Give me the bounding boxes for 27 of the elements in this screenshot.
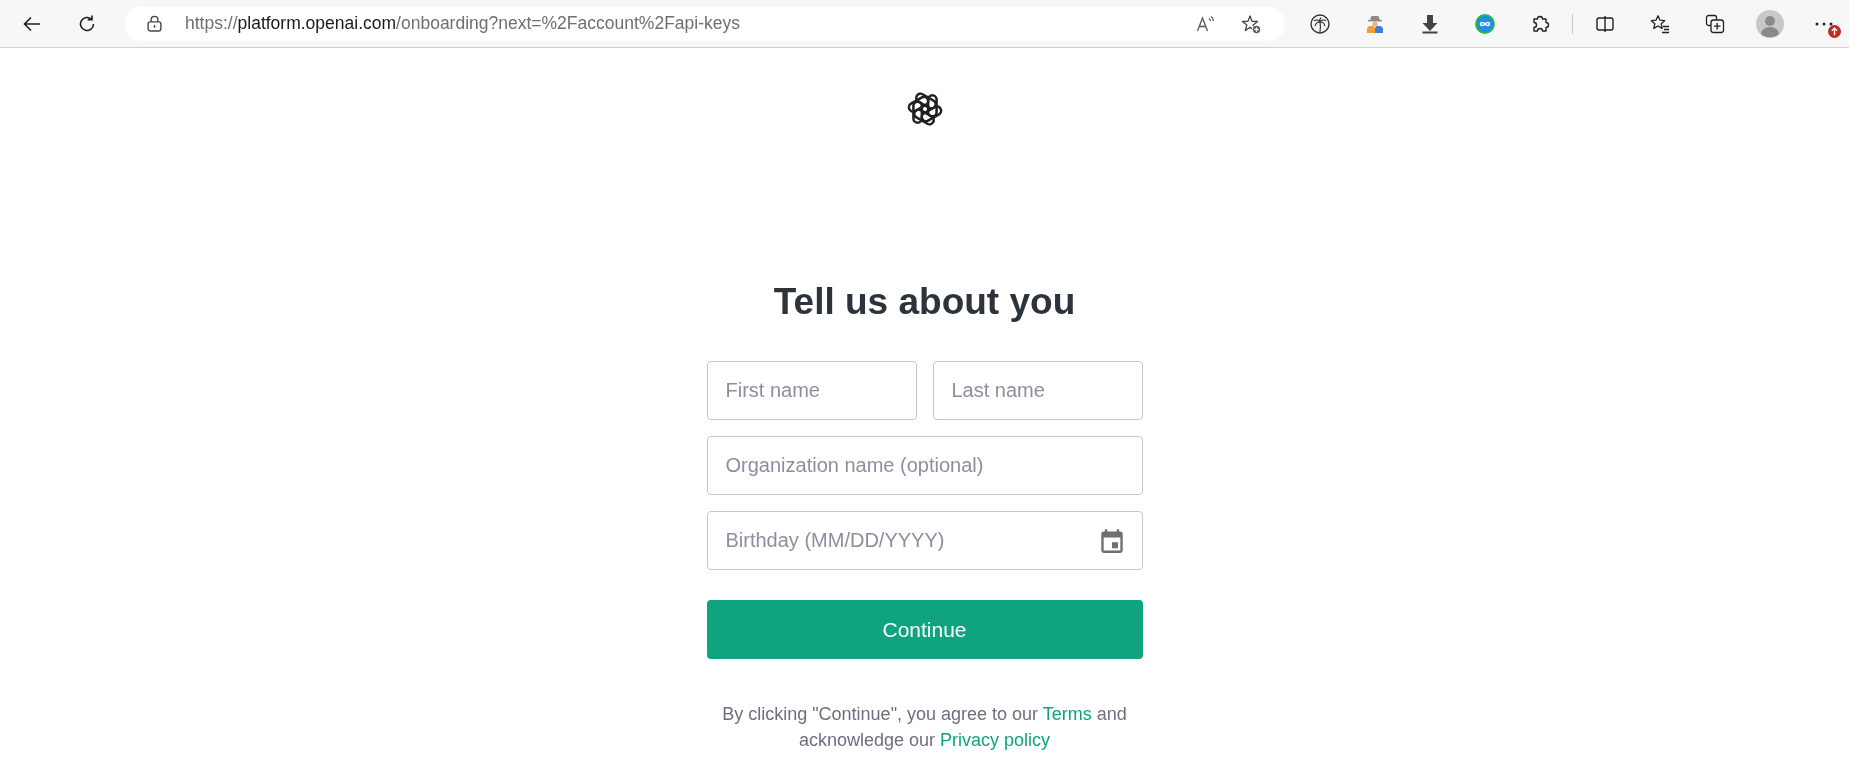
profile-avatar-icon[interactable]	[1756, 9, 1784, 38]
address-bar[interactable]: https://platform.openai.com/onboarding?next=%2Faccount%2Fapi-keys	[124, 6, 1285, 41]
legal-link[interactable]: Terms	[1042, 704, 1092, 724]
calendar-icon[interactable]	[1100, 528, 1123, 553]
legal-notice-text: By clicking "Continue", you agree to our Terms and acknowledge our Privacy policy	[721, 703, 1128, 752]
more-menu-icon[interactable]	[1815, 21, 1833, 26]
puzzle-icon[interactable]	[1530, 13, 1550, 34]
add-favorite-icon[interactable]	[1241, 13, 1261, 34]
split-screen-icon[interactable]	[1595, 13, 1615, 34]
legal-link[interactable]: Privacy policy	[940, 730, 1051, 750]
read-aloud-icon[interactable]	[1196, 13, 1216, 34]
collections-icon[interactable]	[1705, 13, 1725, 34]
text-field[interactable]: First name	[706, 361, 917, 420]
date-field[interactable]: Birthday (MM/DD/YYYY)	[706, 511, 1143, 570]
page-title: Tell us about you	[773, 282, 1076, 322]
person-hat-icon[interactable]	[1365, 13, 1385, 34]
palm-tree-icon[interactable]	[1310, 13, 1330, 34]
reload-icon[interactable]	[77, 13, 97, 34]
url-text: https://platform.openai.com/onboarding?next=%2Faccount%2Fapi-keys	[185, 13, 741, 34]
continue-button[interactable]: Continue	[706, 600, 1143, 659]
favorites-icon[interactable]	[1650, 13, 1670, 34]
download-icon[interactable]	[1420, 13, 1440, 34]
infinity-icon[interactable]	[1475, 13, 1495, 34]
text-field[interactable]: Last name	[932, 361, 1143, 420]
up-arrow-badge-icon	[1828, 24, 1841, 38]
text-field[interactable]: Organization name (optional)	[706, 436, 1143, 495]
lock-icon[interactable]	[147, 15, 162, 32]
